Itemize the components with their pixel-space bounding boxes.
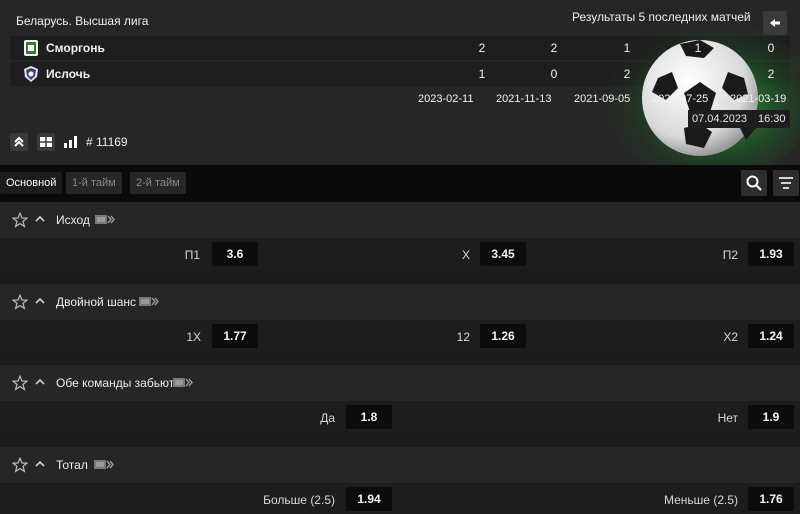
away-score-3: 2 — [623, 67, 631, 81]
result-date-1: 2023-02-11 — [418, 93, 474, 105]
market-bets: 1X 1.77 12 1.26 X2 1.24 — [0, 320, 800, 352]
star-icon[interactable] — [12, 212, 28, 228]
cash-stack-icon — [94, 460, 114, 469]
odd-button-draw[interactable]: 3.45 — [480, 242, 526, 266]
away-score-1: 1 — [478, 67, 486, 81]
tab-first-half[interactable]: 1-й тайм — [66, 172, 122, 194]
bet-label-draw: X — [461, 248, 470, 262]
bet-label-12: 12 — [456, 330, 470, 344]
odd-button-no[interactable]: 1.9 — [748, 405, 794, 429]
odd-button-x2[interactable]: 1.24 — [748, 324, 794, 348]
match-date: 07.04.2023 — [692, 113, 748, 125]
bet-label-yes: Да — [320, 411, 335, 425]
match-datetime: 07.04.2023 16:30 — [688, 110, 790, 128]
result-date-4: 2021-07-25 — [652, 93, 709, 105]
chevron-up-icon[interactable] — [34, 296, 46, 306]
market-title: Исход — [56, 213, 90, 227]
market-tabs: Основной 1-й тайм 2-й тайм — [0, 165, 800, 202]
market-header[interactable]: Исход — [0, 202, 800, 238]
collapse-button[interactable] — [10, 133, 28, 151]
bet-label-1x: 1X — [186, 330, 201, 344]
odd-button-p1[interactable]: 3.6 — [212, 242, 258, 266]
star-icon[interactable] — [12, 457, 28, 473]
cash-stack-icon — [95, 215, 115, 224]
match-header: Беларусь. Высшая лига Результаты 5 после… — [0, 0, 800, 165]
bet-label-p2: П2 — [722, 248, 738, 262]
odd-button-p2[interactable]: 1.93 — [748, 242, 794, 266]
market-header[interactable]: Тотал — [0, 447, 800, 483]
away-team-name: Ислочь — [46, 67, 91, 81]
filter-icon — [779, 177, 793, 189]
search-icon — [746, 175, 762, 191]
bet-label-p1: П1 — [184, 248, 200, 262]
bet-label-over: Больше (2.5) — [263, 493, 335, 507]
market-title: Обе команды забьют — [56, 376, 175, 390]
home-score-3: 1 — [623, 41, 631, 55]
home-team-name: Сморгонь — [46, 41, 105, 55]
filter-button[interactable] — [773, 170, 799, 196]
home-score-4: 1 — [694, 41, 702, 55]
odd-button-over[interactable]: 1.94 — [346, 487, 392, 511]
tab-main[interactable]: Основной — [0, 172, 63, 194]
table-view-button[interactable] — [37, 133, 55, 151]
odd-button-yes[interactable]: 1.8 — [346, 405, 392, 429]
event-id: # 11169 — [86, 135, 128, 149]
home-team-logo — [24, 40, 38, 56]
cash-stack-icon — [139, 297, 159, 306]
market-title: Тотал — [56, 458, 88, 472]
result-date-3: 2021-09-05 — [574, 93, 631, 105]
odd-button-under[interactable]: 1.76 — [748, 487, 794, 511]
market-header[interactable]: Двойной шанс — [0, 284, 800, 320]
table-icon — [40, 137, 52, 147]
home-score-2: 2 — [550, 41, 558, 55]
bar-chart-icon — [64, 136, 77, 148]
bet-label-no: Нет — [717, 411, 738, 425]
league-title: Беларусь. Высшая лига — [16, 14, 149, 28]
market-header[interactable]: Обе команды забьют — [0, 365, 800, 401]
bet-label-under: Меньше (2.5) — [664, 493, 738, 507]
away-team-logo — [24, 66, 38, 82]
cash-stack-icon — [173, 378, 193, 387]
star-icon[interactable] — [12, 375, 28, 391]
away-score-2: 0 — [550, 67, 558, 81]
odd-button-1x[interactable]: 1.77 — [212, 324, 258, 348]
chevron-up-icon[interactable] — [34, 459, 46, 469]
double-chevron-up-icon — [14, 136, 24, 147]
chevron-up-icon[interactable] — [34, 214, 46, 224]
home-score-5: 0 — [767, 41, 775, 55]
result-date-5: 2021-03-19 — [730, 93, 787, 105]
tab-second-half[interactable]: 2-й тайм — [130, 172, 186, 194]
away-score-5: 2 — [767, 67, 775, 81]
market-bets: П1 3.6 X 3.45 П2 1.93 — [0, 238, 800, 270]
market-title: Двойной шанс — [56, 295, 137, 309]
market-bets: Больше (2.5) 1.94 Меньше (2.5) 1.76 — [0, 483, 800, 514]
match-time: 16:30 — [758, 113, 786, 125]
bet-label-x2: X2 — [723, 330, 738, 344]
away-score-4: 2 — [694, 67, 702, 81]
statistics-button[interactable] — [62, 133, 80, 151]
market-bets: Да 1.8 Нет 1.9 — [0, 401, 800, 433]
star-icon[interactable] — [12, 294, 28, 310]
search-button[interactable] — [741, 170, 767, 196]
result-date-2: 2021-11-13 — [496, 93, 552, 105]
home-score-1: 2 — [478, 41, 486, 55]
odd-button-12[interactable]: 1.26 — [480, 324, 526, 348]
chevron-up-icon[interactable] — [34, 377, 46, 387]
